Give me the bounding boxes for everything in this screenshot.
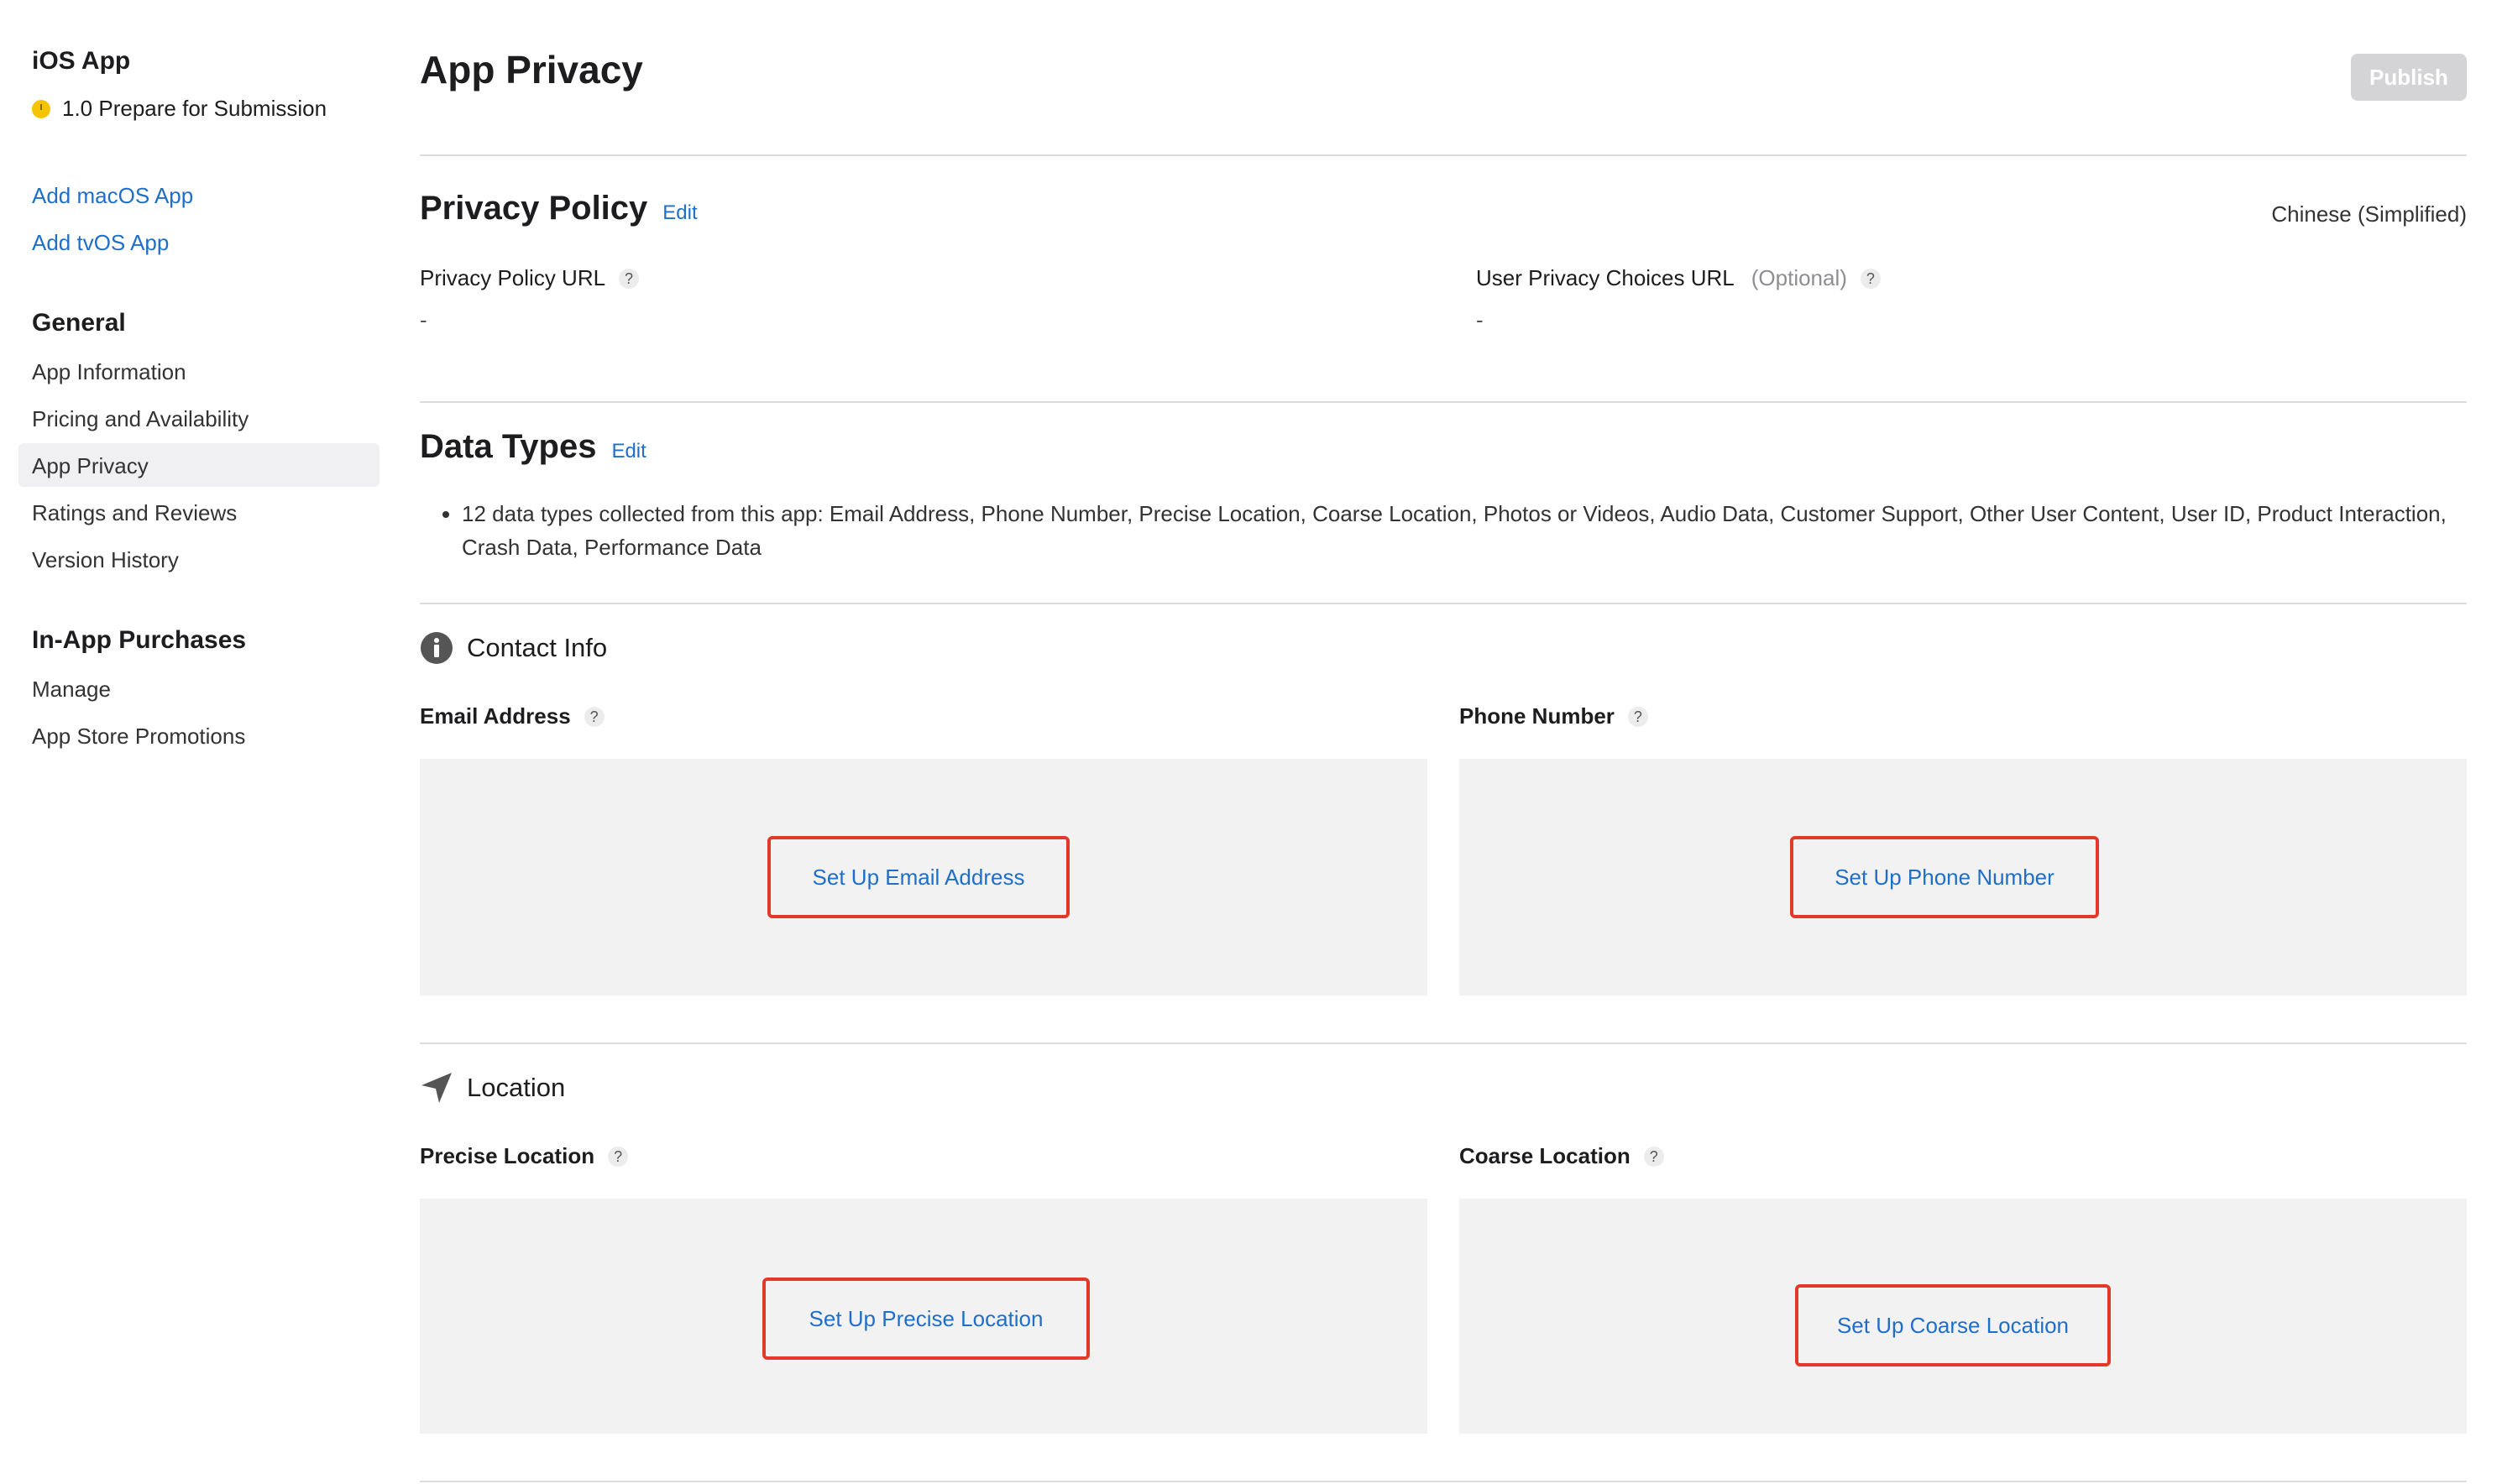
coarse-location-label: Coarse Location ? — [1459, 1143, 1664, 1169]
coarse-location-label-text: Coarse Location — [1459, 1143, 1630, 1168]
email-address-panel: Set Up Email Address — [420, 759, 1427, 995]
precise-location-label-text: Precise Location — [420, 1143, 595, 1168]
add-tvos-app-link[interactable]: Add tvOS App — [32, 230, 169, 256]
coarse-location-panel: Set Up Coarse Location — [1459, 1199, 2467, 1434]
sidebar-item-app-information[interactable]: App Information — [32, 359, 186, 385]
sidebar-app-title: iOS App — [32, 47, 131, 75]
sidebar-item-ratings-reviews[interactable]: Ratings and Reviews — [32, 500, 237, 526]
divider — [420, 154, 2467, 156]
help-icon[interactable]: ? — [1860, 268, 1881, 289]
add-macos-app-link[interactable]: Add macOS App — [32, 183, 193, 209]
sidebar-iap-heading: In-App Purchases — [32, 626, 247, 654]
data-types-summary: 12 data types collected from this app: E… — [462, 497, 2477, 564]
language-label: Chinese (Simplified) — [2271, 201, 2467, 227]
app-privacy-page: iOS App 1.0 Prepare for Submission Add m… — [0, 0, 2502, 1484]
sidebar-item-version-history[interactable]: Version History — [32, 547, 179, 573]
precise-location-label: Precise Location ? — [420, 1143, 629, 1169]
location-section-header: Location — [420, 1071, 565, 1105]
contact-info-heading: Contact Info — [467, 633, 608, 662]
phone-number-label: Phone Number ? — [1459, 703, 1648, 729]
divider — [420, 1481, 2467, 1482]
sidebar-general-heading: General — [32, 309, 126, 337]
privacy-policy-url-text: Privacy Policy URL — [420, 265, 606, 290]
set-up-email-address-button[interactable]: Set Up Email Address — [767, 836, 1070, 918]
set-up-coarse-location-button[interactable]: Set Up Coarse Location — [1795, 1284, 2111, 1366]
data-types-edit-link[interactable]: Edit — [611, 440, 646, 463]
divider — [420, 1042, 2467, 1044]
phone-number-label-text: Phone Number — [1459, 703, 1615, 729]
divider — [420, 401, 2467, 403]
privacy-policy-url-value: - — [420, 307, 427, 332]
clock-status-icon — [32, 99, 50, 118]
help-icon[interactable]: ? — [608, 1146, 629, 1167]
version-status[interactable]: 1.0 Prepare for Submission — [32, 96, 327, 122]
user-privacy-choices-url-text: User Privacy Choices URL — [1476, 265, 1735, 290]
user-privacy-choices-url-value: - — [1476, 307, 1484, 332]
data-types-heading: Data Types — [420, 428, 597, 465]
location-arrow-icon — [421, 1073, 452, 1103]
data-types-summary-list: 12 data types collected from this app: E… — [437, 497, 2477, 564]
sidebar-item-app-privacy[interactable]: App Privacy — [32, 453, 149, 479]
help-icon[interactable]: ? — [584, 706, 605, 727]
sidebar-item-app-store-promotions[interactable]: App Store Promotions — [32, 724, 245, 750]
precise-location-panel: Set Up Precise Location — [420, 1199, 1427, 1434]
privacy-policy-edit-link[interactable]: Edit — [662, 201, 697, 225]
set-up-precise-location-button[interactable]: Set Up Precise Location — [762, 1278, 1090, 1360]
user-privacy-choices-url-label: User Privacy Choices URL (Optional) ? — [1476, 265, 1881, 291]
phone-number-panel: Set Up Phone Number — [1459, 759, 2467, 995]
help-icon[interactable]: ? — [619, 268, 640, 289]
divider — [420, 603, 2467, 604]
sidebar-item-manage[interactable]: Manage — [32, 677, 111, 703]
privacy-policy-url-label: Privacy Policy URL ? — [420, 265, 640, 291]
version-status-label: 1.0 Prepare for Submission — [62, 96, 327, 121]
info-circle-icon — [421, 632, 453, 664]
email-address-label: Email Address ? — [420, 703, 605, 729]
data-types-header: Data Types Edit — [420, 428, 646, 466]
sidebar-item-pricing-availability[interactable]: Pricing and Availability — [32, 406, 249, 432]
email-address-label-text: Email Address — [420, 703, 571, 729]
privacy-policy-header: Privacy Policy Edit — [420, 190, 698, 227]
page-title: App Privacy — [420, 48, 643, 91]
location-heading: Location — [467, 1073, 566, 1102]
privacy-policy-heading: Privacy Policy — [420, 190, 648, 227]
help-icon[interactable]: ? — [1643, 1146, 1664, 1167]
help-icon[interactable]: ? — [1627, 706, 1648, 727]
publish-button[interactable]: Publish — [2351, 54, 2467, 101]
contact-info-section-header: Contact Info — [420, 631, 607, 665]
set-up-phone-number-button[interactable]: Set Up Phone Number — [1790, 836, 2099, 918]
optional-label: (Optional) — [1751, 265, 1847, 290]
